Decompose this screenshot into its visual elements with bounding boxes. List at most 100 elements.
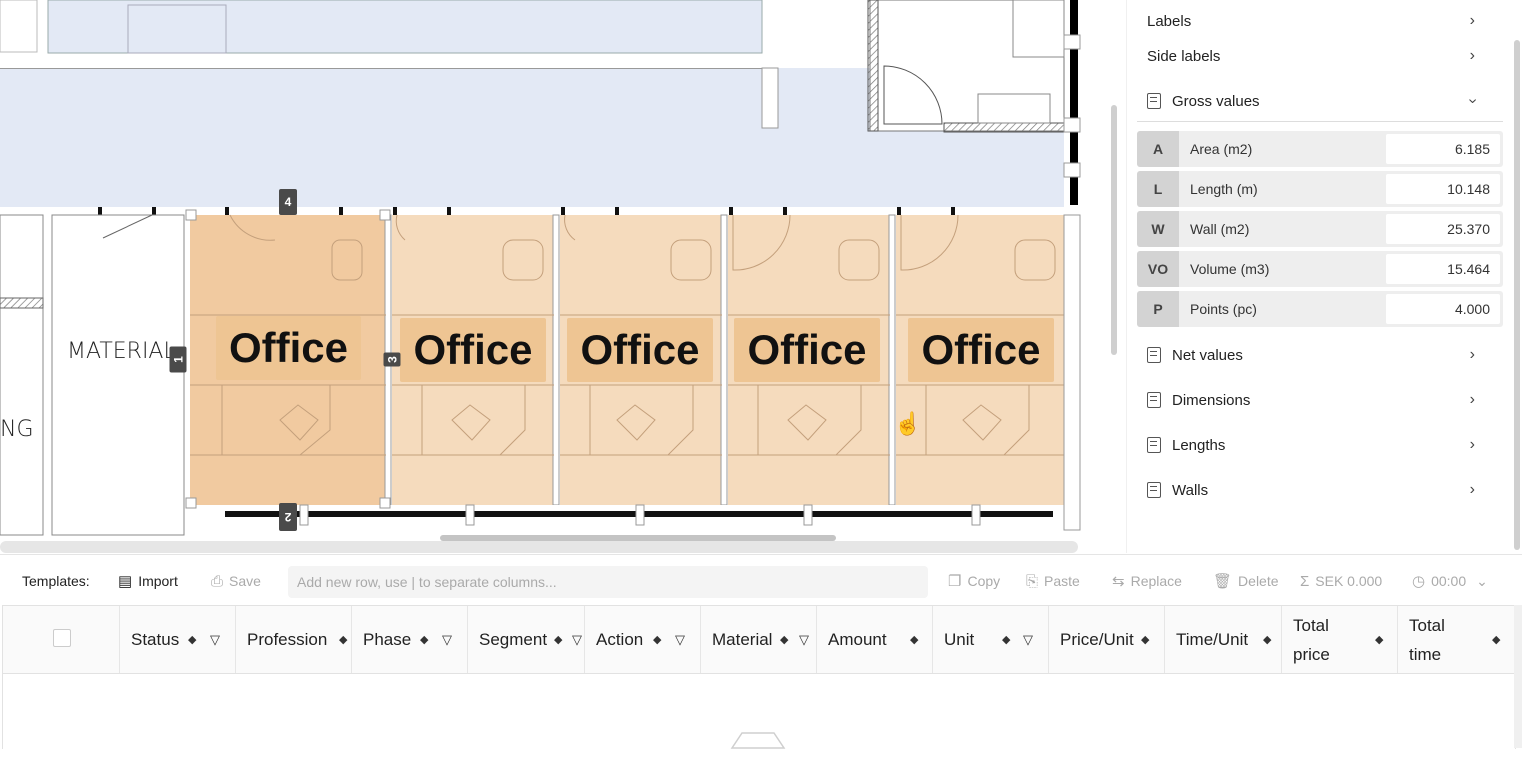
column-header-amount[interactable]: Amount ◆ [817, 606, 933, 673]
wall-tag-mid[interactable]: 3 [383, 352, 401, 367]
filter-icon[interactable]: ▽ [442, 632, 452, 648]
wall-tag-left[interactable]: 1 [169, 346, 187, 373]
value-field[interactable]: 10.148 [1386, 174, 1500, 204]
section-gross-values[interactable]: Gross values › [1127, 83, 1503, 119]
column-header-action[interactable]: Action ◆ ▽ [585, 606, 701, 673]
section-net-values[interactable]: Net values › [1127, 337, 1503, 373]
filter-icon[interactable]: ▽ [210, 632, 220, 648]
wall-tag-bottom[interactable]: 2 [279, 503, 297, 531]
section-walls[interactable]: Walls › [1127, 472, 1503, 508]
sum-display: Σ SEK 0.000 [1300, 572, 1383, 590]
import-button[interactable]: ▤ Import [118, 562, 178, 600]
canvas-horizontal-scroll-thumb[interactable] [440, 535, 836, 541]
chevron-right-icon: › [1469, 47, 1475, 64]
sort-icon[interactable]: ◆ [653, 633, 661, 646]
section-gross-values-title: Gross values [1172, 92, 1260, 110]
section-dimensions-title: Dimensions [1172, 391, 1251, 409]
value-label: Length (m) [1190, 181, 1258, 197]
panel-scrollbar[interactable] [1514, 40, 1520, 550]
chevron-right-icon: › [1469, 391, 1475, 408]
filter-icon[interactable]: ▽ [799, 632, 809, 648]
section-labels-title: Labels [1147, 12, 1192, 30]
add-row-input[interactable] [288, 566, 928, 598]
column-header-total-price[interactable]: Total price ◆ [1282, 606, 1398, 673]
time-dropdown[interactable]: ◷ 00:00 ⌄ [1412, 562, 1488, 600]
gross-value-row-area: A Area (m2) 6.185 [1137, 131, 1503, 167]
paste-icon: ⎘ [1026, 572, 1039, 590]
sort-icon[interactable]: ◆ [1375, 633, 1383, 646]
column-header-phase[interactable]: Phase ◆ ▽ [352, 606, 468, 673]
sort-icon[interactable]: ◆ [780, 633, 788, 646]
filter-icon[interactable]: ▽ [675, 632, 685, 648]
value-field[interactable]: 25.370 [1386, 214, 1500, 244]
value-label: Wall (m2) [1190, 221, 1250, 237]
floor-plan-canvas[interactable]: Office Office Office Office Office MATER… [0, 0, 1110, 540]
column-header-material[interactable]: Material ◆ ▽ [701, 606, 817, 673]
room-label-office: Office [908, 318, 1054, 382]
clock-icon: ◷ [1412, 573, 1426, 590]
value-field[interactable]: 4.000 [1386, 294, 1500, 324]
sort-icon[interactable]: ◆ [910, 633, 918, 646]
table-scrollbar[interactable] [1514, 605, 1522, 748]
section-lengths-title: Lengths [1172, 436, 1226, 454]
value-abbr: VO [1137, 251, 1179, 287]
sort-icon[interactable]: ◆ [339, 633, 347, 646]
copy-button[interactable]: ❐ Copy [948, 562, 1000, 600]
section-dimensions[interactable]: Dimensions › [1127, 382, 1503, 418]
room-label-office: Office [400, 318, 546, 382]
canvas-vertical-scroll-thumb[interactable] [1111, 105, 1117, 355]
chevron-down-icon: › [1464, 98, 1482, 104]
sort-icon[interactable]: ◆ [188, 633, 196, 646]
section-walls-title: Walls [1172, 481, 1209, 499]
sort-icon[interactable]: ◆ [1492, 633, 1500, 646]
hand-cursor-icon: ☝ [894, 411, 922, 436]
sort-icon[interactable]: ◆ [1002, 633, 1010, 646]
sort-icon[interactable]: ◆ [420, 633, 428, 646]
section-side-labels[interactable]: Side labels › [1127, 38, 1503, 74]
chevron-right-icon: › [1469, 481, 1475, 498]
replace-button[interactable]: ⇆ Replace [1112, 562, 1182, 600]
templates-label: Templates: [22, 573, 90, 589]
document-icon [1147, 482, 1161, 498]
room-label-material: MATERIAL [67, 339, 176, 364]
section-lengths[interactable]: Lengths › [1127, 427, 1503, 463]
chevron-right-icon: › [1469, 436, 1475, 453]
wall-tag-top[interactable]: 4 [279, 189, 297, 215]
value-abbr: P [1137, 291, 1179, 327]
sort-icon[interactable]: ◆ [554, 633, 562, 646]
select-all-checkbox[interactable] [53, 629, 71, 647]
column-header-price-per-unit[interactable]: Price/Unit ◆ [1049, 606, 1165, 673]
value-field[interactable]: 15.464 [1386, 254, 1500, 284]
column-header-unit[interactable]: Unit ◆ ▽ [933, 606, 1049, 673]
filter-icon[interactable]: ▽ [1023, 632, 1033, 648]
column-header-time-per-unit[interactable]: Time/Unit ◆ [1165, 606, 1282, 673]
column-header-status[interactable]: Status ◆ ▽ [120, 606, 236, 673]
value-label: Area (m2) [1190, 141, 1253, 157]
floor-plan-drawing [0, 0, 1081, 536]
value-field[interactable]: 6.185 [1386, 134, 1500, 164]
column-header-total-time[interactable]: Total time ◆ [1398, 606, 1515, 673]
room-label-office: Office [567, 318, 713, 382]
delete-button[interactable]: 🗑 Delete [1213, 562, 1279, 600]
chevron-down-icon: ⌄ [1476, 572, 1488, 589]
value-abbr: W [1137, 211, 1179, 247]
document-icon [1147, 437, 1161, 453]
section-labels[interactable]: Labels › [1127, 3, 1503, 39]
filter-icon[interactable]: ▽ [572, 632, 582, 648]
room-label-partial: NG [0, 417, 34, 442]
column-header-profession[interactable]: Profession ◆ [236, 606, 352, 673]
copy-icon: ❐ [948, 573, 962, 590]
paste-button[interactable]: ⎘ Paste [1026, 562, 1080, 600]
sort-icon[interactable]: ◆ [1263, 633, 1271, 646]
gross-value-row-volume: VO Volume (m3) 15.464 [1137, 251, 1503, 287]
empty-table-icon [730, 732, 786, 749]
sort-icon[interactable]: ◆ [1141, 633, 1149, 646]
save-button[interactable]: ⎙ Save [211, 562, 261, 600]
room-label-office: Office [734, 318, 880, 382]
value-label: Points (pc) [1190, 301, 1257, 317]
column-header-segment[interactable]: Segment ◆ ▽ [468, 606, 585, 673]
replace-icon: ⇆ [1112, 573, 1125, 590]
canvas-horizontal-scrollbar[interactable] [0, 541, 1078, 553]
sigma-icon: Σ [1300, 572, 1310, 590]
save-icon: ⎙ [211, 572, 224, 590]
